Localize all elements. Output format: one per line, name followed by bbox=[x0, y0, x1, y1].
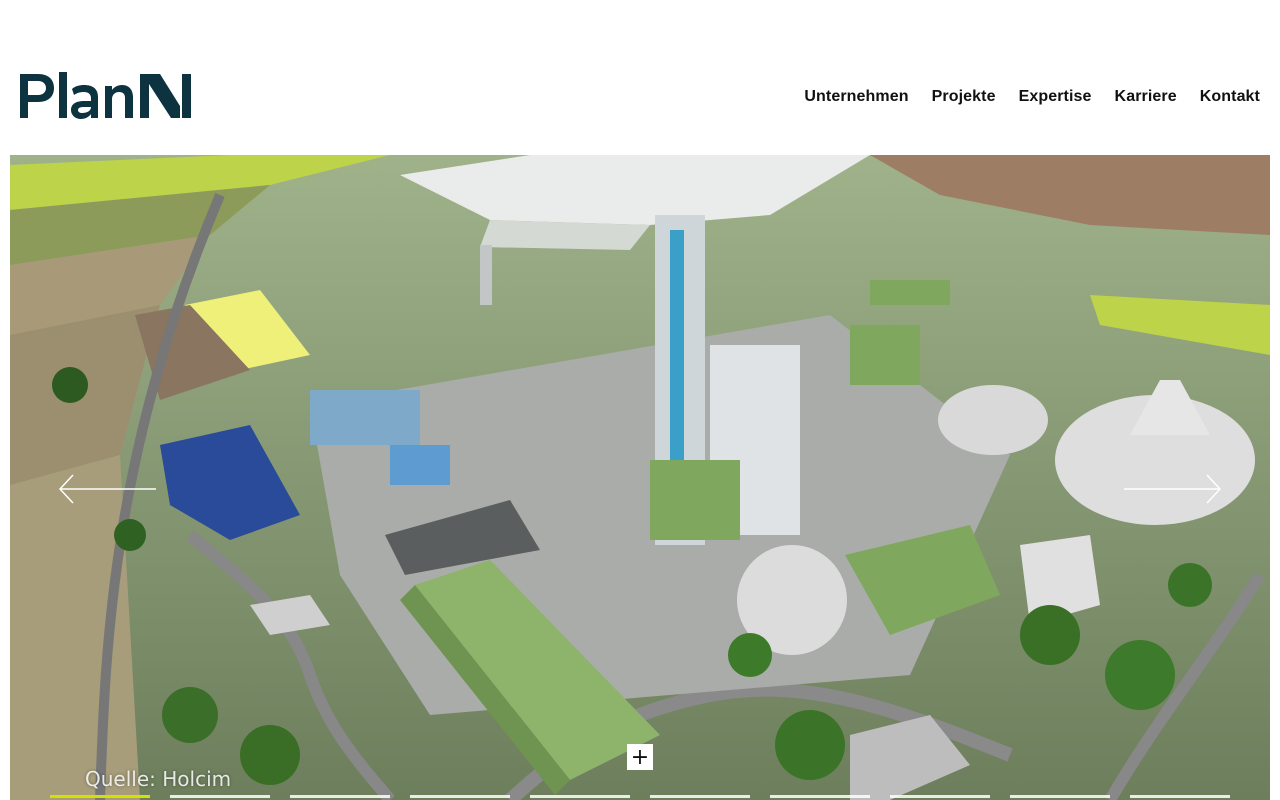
slide-indicator-5[interactable] bbox=[530, 795, 630, 798]
arrow-left-icon bbox=[58, 474, 156, 504]
slide-indicator-3[interactable] bbox=[290, 795, 390, 798]
arrow-right-icon bbox=[1124, 474, 1222, 504]
logo[interactable] bbox=[18, 70, 196, 122]
industrial-plant-render bbox=[10, 155, 1270, 800]
nav-item-kontakt[interactable]: Kontakt bbox=[1200, 86, 1260, 108]
nav-item-expertise[interactable]: Expertise bbox=[1019, 86, 1092, 108]
site-header: Unternehmen Projekte Expertise Karriere … bbox=[0, 0, 1280, 155]
nav-item-karriere[interactable]: Karriere bbox=[1115, 86, 1177, 108]
expand-plus-button[interactable]: + bbox=[627, 744, 653, 770]
slide-indicator-9[interactable] bbox=[1010, 795, 1110, 798]
slide-indicator-8[interactable] bbox=[890, 795, 990, 798]
hero-slider: Quelle: Holcim + bbox=[10, 155, 1270, 800]
prev-slide-button[interactable] bbox=[58, 473, 158, 505]
next-slide-button[interactable] bbox=[1122, 473, 1222, 505]
slide-indicators bbox=[50, 795, 1230, 798]
plann-logo-icon bbox=[20, 72, 191, 119]
slide-indicator-4[interactable] bbox=[410, 795, 510, 798]
image-source-caption: Quelle: Holcim bbox=[85, 767, 232, 791]
slide-indicator-2[interactable] bbox=[170, 795, 270, 798]
slide-indicator-6[interactable] bbox=[650, 795, 750, 798]
nav-item-unternehmen[interactable]: Unternehmen bbox=[804, 86, 908, 108]
nav-item-projekte[interactable]: Projekte bbox=[932, 86, 996, 108]
slide-indicator-10[interactable] bbox=[1130, 795, 1230, 798]
slide-indicator-1[interactable] bbox=[50, 795, 150, 798]
main-nav: Unternehmen Projekte Expertise Karriere … bbox=[804, 86, 1260, 108]
slide-indicator-7[interactable] bbox=[770, 795, 870, 798]
